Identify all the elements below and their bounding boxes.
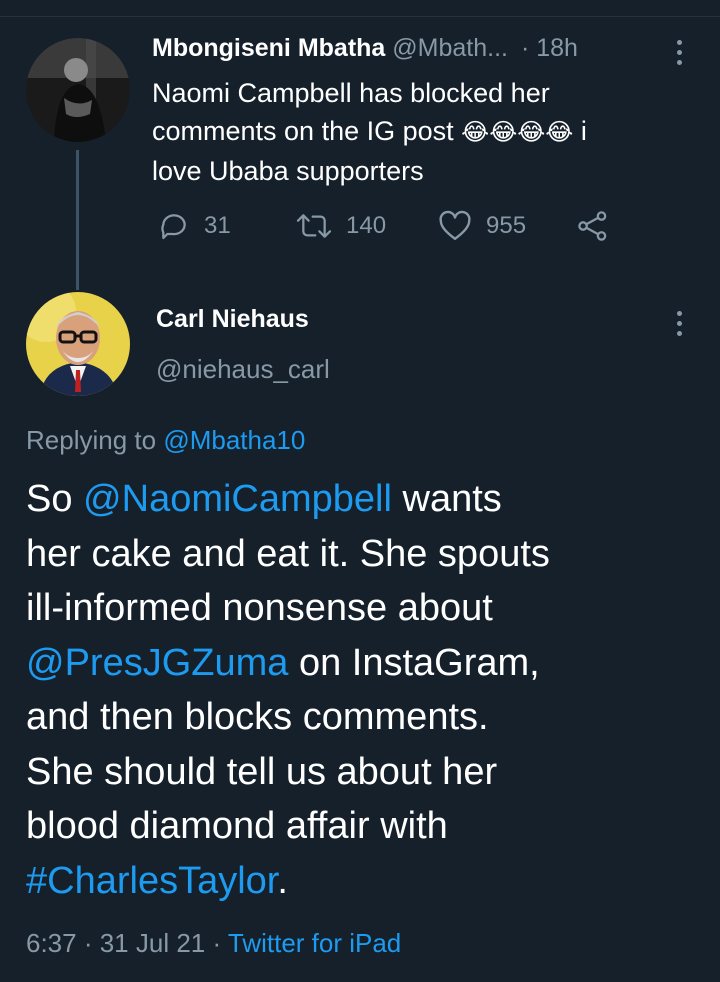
retweet-icon	[296, 214, 332, 238]
like-count: 955	[486, 212, 527, 239]
main-tweet-text: So @NaomiCampbell wants her cake and eat…	[26, 472, 696, 908]
tweet-metadata-footer: 6:37 · 31 Jul 21 · Twitter for iPad	[26, 928, 401, 959]
replying-to-handle-link[interactable]: @Mbatha10	[163, 425, 305, 455]
reply-text-line: Naomi Campbell has blocked her	[152, 78, 550, 108]
hashtag-charlestaylor-link[interactable]: #CharlesTaylor	[26, 860, 277, 902]
reply-button[interactable]: 31	[158, 206, 231, 246]
tweet-text-segment: .	[277, 859, 288, 902]
replying-to-label: Replying to	[26, 425, 157, 455]
reply-action-bar: 31 140 955	[152, 206, 652, 246]
reply-author-name[interactable]: Mbongiseni Mbatha	[152, 34, 385, 62]
tweet-text-line: She should tell us about her	[26, 750, 498, 793]
reply-text-segment: i	[573, 116, 587, 146]
main-author-handle[interactable]: @niehaus_carl	[156, 354, 330, 385]
reply-count: 31	[204, 212, 231, 239]
tweet-text-segment: wants	[391, 478, 502, 520]
main-author-name[interactable]: Carl Niehaus	[156, 305, 309, 334]
reply-author-handle[interactable]: @Mbath...	[392, 34, 508, 62]
laughing-emoji: 😂😂😂😂	[461, 119, 574, 146]
avatar-mbongiseni[interactable]	[26, 38, 130, 142]
tweet-text-segment: So	[26, 478, 84, 520]
reply-text-line: love Ubaba supporters	[152, 156, 424, 186]
more-options-icon[interactable]	[677, 40, 683, 70]
reply-icon	[161, 214, 186, 240]
retweet-count: 140	[346, 212, 387, 239]
tweet-text-line: her cake and eat it. She spouts	[26, 532, 550, 575]
like-icon	[439, 210, 471, 240]
share-button[interactable]	[576, 206, 624, 246]
tweet-text-line: #CharlesTaylor.	[26, 854, 696, 909]
like-button[interactable]: 955	[438, 206, 526, 246]
tweet-timestamp[interactable]: 6:37 · 31 Jul 21 ·	[26, 928, 228, 958]
reply-tweet-text: Naomi Campbell has blocked her comments …	[152, 74, 692, 190]
tweet-text-line: So @NaomiCampbell wants	[26, 472, 696, 527]
tweet-text-line: @PresJGZuma on InstaGram,	[26, 636, 696, 691]
reply-author-header[interactable]: Mbongiseni Mbatha @Mbath... · 18h	[152, 34, 578, 63]
reply-text-segment: comments on the IG post	[152, 116, 454, 146]
reply-text-line: comments on the IG post 😂😂😂😂 i	[152, 112, 692, 152]
replying-to-line: Replying to @Mbatha10	[26, 425, 305, 456]
mention-presjgzuma-link[interactable]: @PresJGZuma	[26, 642, 288, 684]
top-divider	[0, 0, 720, 17]
share-icon	[578, 211, 607, 241]
reply-timestamp[interactable]: · 18h	[521, 34, 578, 62]
more-options-icon[interactable]	[677, 311, 683, 341]
tweet-text-line: blood diamond affair with	[26, 805, 448, 847]
mention-naomi-campbell-link[interactable]: @NaomiCampbell	[83, 478, 392, 520]
avatar-carl-niehaus[interactable]	[26, 292, 130, 396]
tweet-text-line: ill-informed nonsense about	[26, 587, 493, 629]
tweet-text-segment: on InstaGram,	[288, 641, 540, 684]
thread-connector-line	[76, 150, 79, 290]
tweet-source-link[interactable]: Twitter for iPad	[228, 928, 401, 958]
retweet-button[interactable]: 140	[296, 206, 386, 246]
tweet-text-line: and then blocks comments.	[26, 696, 489, 738]
